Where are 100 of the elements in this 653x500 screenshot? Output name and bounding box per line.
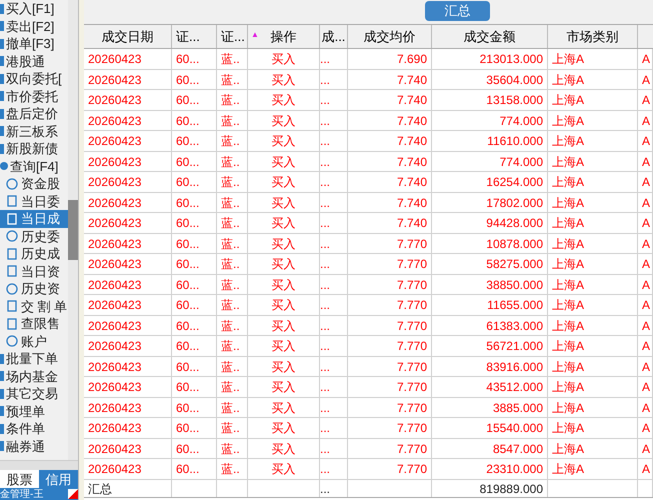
- tab[interactable]: 信用: [39, 470, 78, 488]
- menu-item[interactable]: 盘后定价: [0, 105, 68, 122]
- horizontal-scrollbar[interactable]: [0, 460, 78, 470]
- submenu-item[interactable]: 历史资: [0, 280, 68, 298]
- table-cell: 上海A: [548, 254, 638, 274]
- table-cell: 60...: [172, 316, 217, 335]
- scrollbar[interactable]: [68, 0, 78, 460]
- status-text: 金管理-王: [0, 488, 44, 500]
- table-cell: 15540.000: [432, 418, 548, 438]
- marker-icon: [0, 441, 4, 452]
- menu-item[interactable]: 新股新债: [0, 140, 68, 158]
- table-cell: A: [638, 295, 653, 314]
- table-cell: 蓝..: [217, 398, 248, 417]
- summary-button[interactable]: 汇总: [425, 1, 490, 21]
- table-cell: 买入: [248, 459, 320, 478]
- column-header[interactable]: 成交均价: [348, 25, 432, 48]
- submenu-item[interactable]: 资金股: [0, 175, 68, 192]
- submenu-item[interactable]: 交 割 单: [0, 298, 68, 315]
- column-header[interactable]: 证...: [172, 25, 217, 48]
- coin-circle-icon: [6, 335, 18, 348]
- menu-item[interactable]: 买入[F1]: [0, 0, 68, 18]
- menu-item[interactable]: 融券通: [0, 438, 68, 455]
- document-icon: [6, 212, 18, 225]
- table-cell: 蓝..: [217, 254, 248, 274]
- menu-item[interactable]: 场内基金: [0, 368, 68, 385]
- submenu-item[interactable]: 账户: [0, 332, 68, 350]
- table-cell: ...: [320, 131, 348, 150]
- table-cell: 20260423: [84, 336, 172, 356]
- submenu-item[interactable]: 历史成: [0, 245, 68, 262]
- document-icon: [6, 300, 18, 312]
- table-cell: 20260423: [84, 356, 172, 376]
- table-cell: 20260423: [84, 377, 172, 396]
- marker-icon: [0, 74, 4, 84]
- table-cell: 上海A: [548, 418, 638, 438]
- column-header[interactable]: 成...: [320, 25, 348, 48]
- menu-item[interactable]: 预埋单: [0, 402, 68, 420]
- table-cell: 61383.000: [432, 316, 548, 335]
- table-cell: A: [638, 377, 653, 396]
- marker-icon: [0, 56, 4, 66]
- menu-item[interactable]: 查询[F4]: [0, 158, 68, 175]
- table-cell: 60...: [172, 459, 217, 478]
- marker-icon: [0, 108, 4, 119]
- table-cell: ...: [320, 110, 348, 130]
- table-cell: 60...: [172, 418, 217, 438]
- marker-icon: [0, 126, 4, 136]
- column-header[interactable]: 证...: [217, 25, 248, 48]
- menu-item[interactable]: 其它交易: [0, 385, 68, 402]
- table-cell: 16254.000: [432, 172, 548, 192]
- table-cell: 上海A: [548, 131, 638, 150]
- table-cell: ...: [320, 356, 348, 376]
- table-cell: 上海A: [548, 90, 638, 110]
- table-cell: 13158.000: [432, 90, 548, 110]
- table-cell: 17802.000: [432, 192, 548, 212]
- table-cell: 蓝..: [217, 234, 248, 253]
- submenu-item[interactable]: 历史委: [0, 228, 68, 245]
- table-cell: ...: [320, 398, 348, 417]
- table-cell: 蓝..: [217, 418, 248, 438]
- table-cell: A: [638, 418, 653, 438]
- menu-item[interactable]: 双向委托[: [0, 70, 68, 88]
- menu-item[interactable]: 新三板系: [0, 122, 68, 140]
- table-cell: 7.770: [348, 418, 432, 438]
- menu-item[interactable]: 卖出[F2]: [0, 18, 68, 35]
- table-cell: 买入: [248, 295, 320, 314]
- table-cell: 蓝..: [217, 438, 248, 458]
- table-cell: 20260423: [84, 418, 172, 438]
- menu-item[interactable]: 港股通: [0, 52, 68, 70]
- scrollbar-thumb[interactable]: [68, 200, 78, 260]
- column-header[interactable]: 成交日期: [84, 25, 172, 48]
- menu-item[interactable]: 批量下单: [0, 350, 68, 368]
- table-cell: 60...: [172, 192, 217, 212]
- table-cell: 蓝..: [217, 110, 248, 130]
- submenu-item[interactable]: 查限售: [0, 315, 68, 332]
- submenu-item[interactable]: 当日成: [0, 210, 68, 228]
- tab[interactable]: 股票: [0, 470, 39, 488]
- table-cell: A: [638, 213, 653, 232]
- table-cell: 上海A: [548, 274, 638, 294]
- table-cell: ...: [320, 295, 348, 314]
- table-cell: 7.690: [348, 49, 432, 68]
- table-cell: 60...: [172, 131, 217, 150]
- table-cell: 94428.000: [432, 213, 548, 232]
- submenu-item[interactable]: 当日委: [0, 192, 68, 210]
- table-cell: 23310.000: [432, 459, 548, 478]
- table-cell: 60...: [172, 49, 217, 68]
- column-header[interactable]: ▲ 操作: [248, 25, 320, 48]
- column-header[interactable]: 市场类别: [548, 25, 638, 48]
- table-cell: 买入: [248, 172, 320, 192]
- menu-item[interactable]: 条件单: [0, 420, 68, 438]
- submenu-item[interactable]: 当日资: [0, 262, 68, 280]
- table-cell: 买入: [248, 131, 320, 150]
- table-cell: 60...: [172, 172, 217, 192]
- menu-item[interactable]: 市价委托: [0, 88, 68, 105]
- table-cell: 蓝..: [217, 90, 248, 110]
- table-cell: 60...: [172, 254, 217, 274]
- document-icon: [6, 265, 18, 278]
- column-header[interactable]: 成交金额: [432, 25, 548, 48]
- table-cell: 20260423: [84, 316, 172, 335]
- menu-item[interactable]: 撤单[F3]: [0, 35, 68, 52]
- table-cell: A: [638, 316, 653, 335]
- table-cell: 蓝..: [217, 316, 248, 335]
- table-cell: 7.740: [348, 213, 432, 232]
